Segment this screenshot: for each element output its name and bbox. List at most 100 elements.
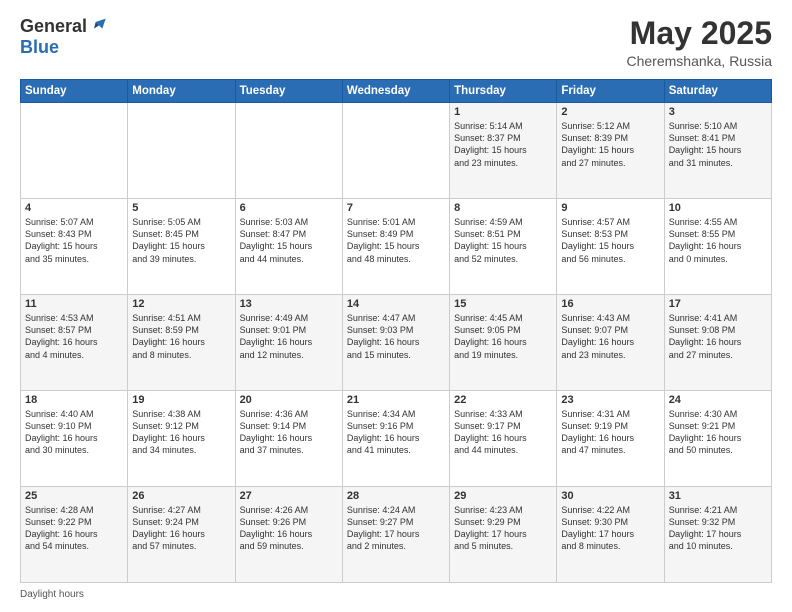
table-row: 12 Sunrise: 4:51 AMSunset: 8:59 PMDayligh…	[128, 295, 235, 391]
day-number: 23	[561, 394, 659, 406]
col-wednesday: Wednesday	[342, 80, 449, 103]
day-info: Sunrise: 4:40 AMSunset: 9:10 PMDaylight:…	[25, 408, 123, 457]
table-row: 6Sunrise: 5:03 AMSunset: 8:47 PMDaylight…	[235, 199, 342, 295]
daylight-hours-label: Daylight hours	[20, 589, 84, 600]
day-info: Sunrise: 5:07 AMSunset: 8:43 PMDaylight:…	[25, 216, 123, 265]
table-row: 29Sunrise: 4:23 AMSunset: 9:29 PMDayligh…	[450, 487, 557, 583]
table-row: 7 Sunrise: 5:01 AMSunset: 8:49 PMDaylight…	[342, 199, 449, 295]
weekday-header-row: Sunday Monday Tuesday Wednesday Thursday…	[21, 80, 772, 103]
day-number: 12	[132, 298, 230, 310]
day-info: Sunrise: 5:01 AMSunset: 8:49 PMDaylight:…	[347, 216, 445, 265]
day-number: 2	[561, 106, 659, 118]
table-row: 24Sunrise: 4:30 AMSunset: 9:21 PMDayligh…	[664, 391, 771, 487]
day-info: Sunrise: 4:26 AMSunset: 9:26 PMDaylight:…	[240, 504, 338, 553]
col-friday: Friday	[557, 80, 664, 103]
day-number: 22	[454, 394, 552, 406]
day-info: Sunrise: 4:57 AMSunset: 8:53 PMDaylight:…	[561, 216, 659, 265]
day-info: Sunrise: 4:45 AMSunset: 9:05 PMDaylight:…	[454, 312, 552, 361]
day-number: 10	[669, 202, 767, 214]
calendar-week-row: 4 Sunrise: 5:07 AMSunset: 8:43 PMDaylight…	[21, 199, 772, 295]
day-info: Sunrise: 4:24 AMSunset: 9:27 PMDaylight:…	[347, 504, 445, 553]
col-tuesday: Tuesday	[235, 80, 342, 103]
day-info: Sunrise: 4:49 AMSunset: 9:01 PMDaylight:…	[240, 312, 338, 361]
table-row: 26Sunrise: 4:27 AMSunset: 9:24 PMDayligh…	[128, 487, 235, 583]
day-info: Sunrise: 4:34 AMSunset: 9:16 PMDaylight:…	[347, 408, 445, 457]
table-row: 23 Sunrise: 4:31 AMSunset: 9:19 PMDayligh…	[557, 391, 664, 487]
title-block: May 2025 Cheremshanka, Russia	[626, 16, 772, 69]
day-number: 8	[454, 202, 552, 214]
logo-blue-text: Blue	[20, 37, 59, 58]
day-info: Sunrise: 4:53 AMSunset: 8:57 PMDaylight:…	[25, 312, 123, 361]
day-number: 18	[25, 394, 123, 406]
table-row: 4 Sunrise: 5:07 AMSunset: 8:43 PMDaylight…	[21, 199, 128, 295]
table-row	[128, 103, 235, 199]
header: General Blue May 2025 Cheremshanka, Russ…	[20, 16, 772, 69]
day-number: 27	[240, 490, 338, 502]
day-number: 16	[561, 298, 659, 310]
day-info: Sunrise: 4:31 AMSunset: 9:19 PMDaylight:…	[561, 408, 659, 457]
table-row: 18 Sunrise: 4:40 AMSunset: 9:10 PMDayligh…	[21, 391, 128, 487]
day-info: Sunrise: 4:21 AMSunset: 9:32 PMDaylight:…	[669, 504, 767, 553]
calendar-week-row: 25 Sunrise: 4:28 AMSunset: 9:22 PMDayligh…	[21, 487, 772, 583]
day-number: 25	[25, 490, 123, 502]
col-thursday: Thursday	[450, 80, 557, 103]
page: General Blue May 2025 Cheremshanka, Russ…	[0, 0, 792, 612]
day-number: 17	[669, 298, 767, 310]
col-saturday: Saturday	[664, 80, 771, 103]
footer: Daylight hours	[20, 589, 772, 600]
table-row: 2 Sunrise: 5:12 AMSunset: 8:39 PMDaylight…	[557, 103, 664, 199]
day-info: Sunrise: 4:43 AMSunset: 9:07 PMDaylight:…	[561, 312, 659, 361]
day-info: Sunrise: 4:59 AMSunset: 8:51 PMDaylight:…	[454, 216, 552, 265]
day-info: Sunrise: 5:12 AMSunset: 8:39 PMDaylight:…	[561, 120, 659, 169]
location-text: Cheremshanka, Russia	[626, 53, 772, 69]
table-row: 14Sunrise: 4:47 AMSunset: 9:03 PMDayligh…	[342, 295, 449, 391]
table-row: 19Sunrise: 4:38 AMSunset: 9:12 PMDayligh…	[128, 391, 235, 487]
table-row: 28 Sunrise: 4:24 AMSunset: 9:27 PMDayligh…	[342, 487, 449, 583]
day-number: 4	[25, 202, 123, 214]
table-row: 21 Sunrise: 4:34 AMSunset: 9:16 PMDayligh…	[342, 391, 449, 487]
table-row: 27 Sunrise: 4:26 AMSunset: 9:26 PMDayligh…	[235, 487, 342, 583]
table-row: 31 Sunrise: 4:21 AMSunset: 9:32 PMDayligh…	[664, 487, 771, 583]
day-info: Sunrise: 4:41 AMSunset: 9:08 PMDaylight:…	[669, 312, 767, 361]
table-row: 17 Sunrise: 4:41 AMSunset: 9:08 PMDayligh…	[664, 295, 771, 391]
day-number: 9	[561, 202, 659, 214]
day-number: 1	[454, 106, 552, 118]
calendar-week-row: 1 Sunrise: 5:14 AMSunset: 8:37 PMDaylight…	[21, 103, 772, 199]
day-number: 24	[669, 394, 767, 406]
col-monday: Monday	[128, 80, 235, 103]
day-info: Sunrise: 5:05 AMSunset: 8:45 PMDaylight:…	[132, 216, 230, 265]
day-number: 28	[347, 490, 445, 502]
day-info: Sunrise: 4:51 AMSunset: 8:59 PMDaylight:…	[132, 312, 230, 361]
day-number: 13	[240, 298, 338, 310]
table-row: 13 Sunrise: 4:49 AMSunset: 9:01 PMDayligh…	[235, 295, 342, 391]
month-year-title: May 2025	[626, 16, 772, 51]
day-info: Sunrise: 4:55 AMSunset: 8:55 PMDaylight:…	[669, 216, 767, 265]
day-number: 19	[132, 394, 230, 406]
table-row: 25 Sunrise: 4:28 AMSunset: 9:22 PMDayligh…	[21, 487, 128, 583]
table-row	[342, 103, 449, 199]
day-info: Sunrise: 4:47 AMSunset: 9:03 PMDaylight:…	[347, 312, 445, 361]
table-row: 20 Sunrise: 4:36 AMSunset: 9:14 PMDayligh…	[235, 391, 342, 487]
day-number: 6	[240, 202, 338, 214]
calendar-week-row: 18 Sunrise: 4:40 AMSunset: 9:10 PMDayligh…	[21, 391, 772, 487]
calendar-table: Sunday Monday Tuesday Wednesday Thursday…	[20, 79, 772, 583]
day-number: 30	[561, 490, 659, 502]
day-number: 29	[454, 490, 552, 502]
day-number: 7	[347, 202, 445, 214]
logo-bird-icon	[89, 17, 109, 37]
table-row: 16 Sunrise: 4:43 AMSunset: 9:07 PMDayligh…	[557, 295, 664, 391]
day-number: 31	[669, 490, 767, 502]
day-number: 20	[240, 394, 338, 406]
day-info: Sunrise: 5:14 AMSunset: 8:37 PMDaylight:…	[454, 120, 552, 169]
day-number: 3	[669, 106, 767, 118]
table-row	[21, 103, 128, 199]
table-row: 10 Sunrise: 4:55 AMSunset: 8:55 PMDayligh…	[664, 199, 771, 295]
day-number: 15	[454, 298, 552, 310]
day-info: Sunrise: 4:33 AMSunset: 9:17 PMDaylight:…	[454, 408, 552, 457]
day-number: 21	[347, 394, 445, 406]
calendar-week-row: 11Sunrise: 4:53 AMSunset: 8:57 PMDayligh…	[21, 295, 772, 391]
day-info: Sunrise: 4:28 AMSunset: 9:22 PMDaylight:…	[25, 504, 123, 553]
logo: General Blue	[20, 16, 109, 58]
day-number: 26	[132, 490, 230, 502]
day-info: Sunrise: 4:36 AMSunset: 9:14 PMDaylight:…	[240, 408, 338, 457]
